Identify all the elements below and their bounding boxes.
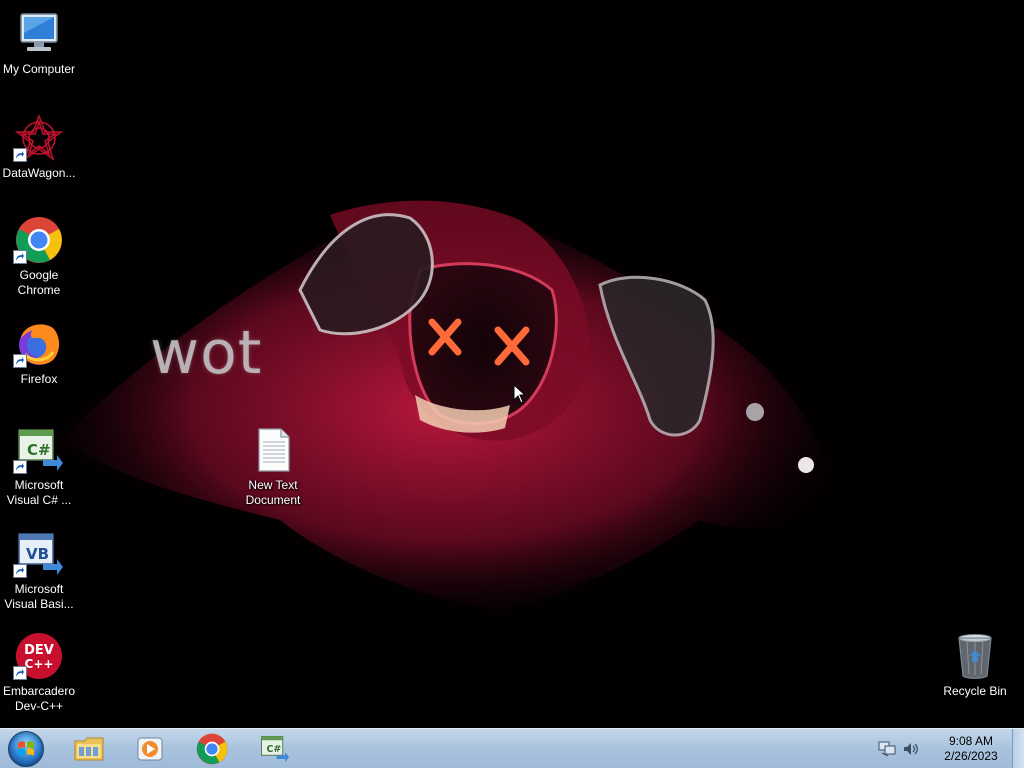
computer-icon — [13, 8, 65, 60]
firefox-icon — [13, 318, 65, 370]
shortcut-arrow-icon — [13, 460, 27, 474]
shortcut-arrow-icon — [13, 354, 27, 368]
folder-icon — [74, 737, 104, 761]
desktop-icon-recycle-bin[interactable]: Recycle Bin — [936, 630, 1014, 699]
desktop-icon-label: Firefox — [20, 372, 58, 386]
text-document-icon — [247, 424, 299, 476]
taskbar-media-player-button[interactable] — [124, 731, 176, 767]
visual-basic-icon: VB — [13, 528, 65, 580]
desktop-icon-my-computer[interactable]: My Computer — [0, 8, 78, 77]
desktop-icon-google-chrome[interactable]: Google Chrome — [0, 214, 78, 298]
desktop-icon-label: Microsoft Visual C# ... — [6, 478, 72, 507]
clock[interactable]: 9:08 AM 2/26/2023 — [936, 734, 1006, 764]
mouse-cursor-icon — [513, 384, 525, 404]
taskbar-visual-csharp-button[interactable]: C# — [248, 731, 300, 767]
desktop-icon-label: Microsoft Visual Basi... — [4, 582, 74, 611]
desktop-icon-label: Google Chrome — [17, 268, 61, 297]
svg-text:C#: C# — [267, 744, 282, 755]
desktop-icon-visual-csharp[interactable]: C# Microsoft Visual C# ... — [0, 424, 78, 508]
taskbar: C# 9:08 AM 2/26/2023 — [0, 728, 1024, 768]
desktop-icon-firefox[interactable]: Firefox — [0, 318, 78, 387]
desktop-icon-label: New Text Document — [245, 478, 301, 507]
desktop-icon-new-text-document[interactable]: New Text Document — [234, 424, 312, 508]
network-icon[interactable] — [878, 740, 896, 758]
shortcut-arrow-icon — [13, 564, 27, 578]
svg-text:C++: C++ — [25, 657, 54, 671]
start-button[interactable] — [6, 730, 46, 768]
chrome-icon — [13, 214, 65, 266]
desktop-icon-visual-basic[interactable]: VB Microsoft Visual Basi... — [0, 528, 78, 612]
svg-text:DEV: DEV — [24, 643, 54, 658]
shortcut-arrow-icon — [13, 666, 27, 680]
shortcut-arrow-icon — [13, 250, 27, 264]
taskbar-chrome-button[interactable] — [186, 731, 238, 767]
volume-icon[interactable] — [902, 740, 920, 758]
wallpaper-text: wot — [150, 318, 263, 388]
chrome-icon — [196, 733, 228, 765]
desktop-icon-label: My Computer — [2, 62, 76, 76]
visual-csharp-icon: C# — [261, 736, 289, 763]
desktop: wot My Computer DataWagon... Google Chro… — [0, 0, 1024, 728]
shortcut-arrow-icon — [13, 148, 27, 162]
visual-csharp-icon: C# — [13, 424, 65, 476]
clock-time: 9:08 AM — [948, 734, 994, 748]
svg-text:C#: C# — [27, 441, 51, 459]
devcpp-icon: DEV C++ — [13, 630, 65, 682]
show-desktop-button[interactable] — [1012, 729, 1024, 768]
windows-logo-icon — [8, 730, 44, 767]
clock-date: 2/26/2023 — [944, 749, 998, 763]
media-player-icon — [137, 737, 163, 761]
desktop-icon-datawagon[interactable]: DataWagon... — [0, 112, 78, 181]
svg-text:VB: VB — [26, 545, 49, 563]
taskbar-explorer-button[interactable] — [63, 731, 115, 767]
datawagon-icon — [13, 112, 65, 164]
desktop-icon-label: Embarcadero Dev-C++ — [2, 684, 76, 713]
desktop-icon-label: Recycle Bin — [943, 684, 1007, 698]
recycle-bin-icon — [949, 630, 1001, 682]
desktop-icon-label: DataWagon... — [2, 166, 76, 180]
desktop-icon-embarcadero-devcpp[interactable]: DEV C++ Embarcadero Dev-C++ — [0, 630, 78, 714]
system-tray: 9:08 AM 2/26/2023 — [878, 729, 1006, 768]
